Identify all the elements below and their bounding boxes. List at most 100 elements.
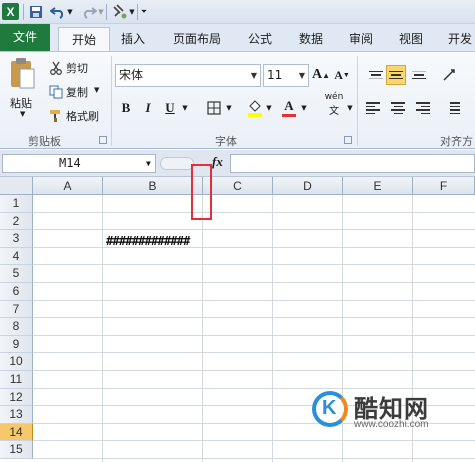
- tab-developer[interactable]: 开发: [440, 27, 475, 51]
- indent-icon[interactable]: [440, 98, 460, 118]
- copy-dropdown-icon[interactable]: ▼: [94, 86, 99, 94]
- underline-button[interactable]: U: [161, 98, 179, 118]
- name-box-dropdown-icon[interactable]: ▼: [146, 155, 151, 172]
- scissors-icon: [48, 60, 64, 76]
- text-orientation-icon[interactable]: [440, 65, 460, 85]
- tab-view[interactable]: 视图: [391, 27, 431, 51]
- row-header[interactable]: 7: [0, 300, 33, 319]
- phonetic-dropdown-icon[interactable]: ▼: [345, 98, 355, 118]
- align-right-icon[interactable]: [410, 98, 430, 118]
- row-header[interactable]: 1: [0, 195, 33, 213]
- row-gridline: [33, 264, 475, 266]
- ribbon-tabs: 文件 开始 插入 页面布局 公式 数据 审阅 视图 开发: [0, 24, 475, 51]
- redo-icon[interactable]: [80, 3, 97, 20]
- row-header[interactable]: 13: [0, 406, 33, 424]
- cut-button[interactable]: 剪切: [66, 60, 88, 76]
- customize-toolbar-icon[interactable]: ⏷: [139, 3, 149, 20]
- clipboard-launcher-icon[interactable]: [99, 136, 107, 144]
- name-box[interactable]: M14 ▼: [2, 154, 156, 173]
- tab-insert[interactable]: 插入: [113, 27, 153, 51]
- font-color-dropdown-icon[interactable]: ▼: [299, 98, 309, 118]
- highlight-box: [191, 164, 212, 220]
- font-name-value: 宋体: [119, 68, 144, 82]
- row-header[interactable]: 5: [0, 265, 33, 283]
- select-all-corner[interactable]: [0, 177, 33, 195]
- column-header-c[interactable]: C: [203, 177, 273, 195]
- row-gridline: [33, 246, 475, 248]
- format-painter-button[interactable]: 格式刷: [66, 108, 99, 124]
- row-header[interactable]: 10: [0, 353, 33, 371]
- formula-input[interactable]: [230, 154, 475, 173]
- paste-dropdown-icon[interactable]: ▼: [20, 110, 25, 118]
- grow-font-button[interactable]: A ▲: [312, 65, 330, 85]
- row-gridline: [33, 299, 475, 301]
- row-header[interactable]: 14: [0, 423, 33, 442]
- copy-button[interactable]: 复制: [66, 84, 88, 100]
- bold-button[interactable]: B: [117, 98, 135, 118]
- row-gridline: [33, 211, 475, 213]
- borders-dropdown-icon[interactable]: ▼: [224, 98, 234, 118]
- phonetic-guide-button[interactable]: wén 文: [322, 92, 346, 117]
- insert-function-button[interactable]: fx: [212, 154, 223, 170]
- tab-page-layout[interactable]: 页面布局: [162, 27, 232, 51]
- tab-home[interactable]: 开始: [58, 27, 110, 51]
- italic-button[interactable]: I: [139, 98, 157, 118]
- column-header-b[interactable]: B: [103, 177, 203, 195]
- save-icon[interactable]: [27, 3, 44, 20]
- column-header-f[interactable]: F: [413, 177, 475, 195]
- tab-formulas[interactable]: 公式: [240, 27, 280, 51]
- cell-b3[interactable]: #############: [106, 234, 190, 248]
- column-gridline: [202, 195, 203, 462]
- copy-icon: [48, 84, 64, 100]
- align-bottom-icon[interactable]: [409, 65, 429, 85]
- column-gridline: [272, 195, 273, 462]
- format-painter-icon[interactable]: [111, 3, 128, 20]
- column-header-e[interactable]: E: [343, 177, 413, 195]
- row-header[interactable]: 11: [0, 371, 33, 389]
- paste-button[interactable]: 粘贴: [10, 95, 32, 111]
- row-gridline: [33, 229, 475, 231]
- redo-dropdown-icon[interactable]: ▼: [97, 3, 105, 20]
- row-header[interactable]: 2: [0, 212, 33, 231]
- undo-icon[interactable]: [49, 3, 66, 20]
- formula-bar: M14 ▼ fx: [0, 150, 475, 177]
- watermark-url: www.coozhi.com: [354, 419, 429, 430]
- font-name-select[interactable]: 宋体 ▼: [115, 64, 261, 87]
- align-left-icon[interactable]: [366, 98, 386, 118]
- font-color-button[interactable]: A: [280, 96, 298, 118]
- row-header[interactable]: 9: [0, 335, 33, 354]
- row-header[interactable]: 4: [0, 247, 33, 266]
- row-gridline: [33, 458, 475, 459]
- row-header[interactable]: 3: [0, 230, 33, 248]
- paste-icon[interactable]: [6, 56, 38, 92]
- tab-file[interactable]: 文件: [0, 24, 50, 51]
- borders-icon[interactable]: [205, 98, 223, 118]
- undo-dropdown-icon[interactable]: ▼: [66, 3, 74, 20]
- row-header[interactable]: 8: [0, 318, 33, 336]
- row-header[interactable]: 15: [0, 441, 33, 459]
- font-launcher-icon[interactable]: [344, 136, 352, 144]
- align-middle-icon[interactable]: [386, 65, 406, 85]
- column-header-a[interactable]: A: [33, 177, 103, 195]
- watermark: K 酷知网 www.coozhi.com: [312, 385, 452, 435]
- quick-access-toolbar: X ▼ ▼ ▼ ⏷: [0, 0, 475, 24]
- formula-bar-resize-handle[interactable]: [160, 157, 194, 170]
- font-size-select[interactable]: 11 ▼: [263, 64, 309, 87]
- align-top-icon[interactable]: [366, 65, 386, 85]
- align-center-icon[interactable]: [388, 98, 408, 118]
- fill-color-icon[interactable]: [246, 98, 264, 118]
- font-size-value: 11: [267, 68, 283, 82]
- group-divider: [357, 56, 358, 146]
- row-header[interactable]: 12: [0, 388, 33, 407]
- shrink-font-button[interactable]: A ▼: [334, 65, 350, 85]
- tab-data[interactable]: 数据: [291, 27, 331, 51]
- tab-review[interactable]: 审阅: [341, 27, 381, 51]
- chevron-down-icon: ▼: [298, 71, 305, 80]
- underline-dropdown-icon[interactable]: ▼: [180, 98, 190, 118]
- column-header-d[interactable]: D: [273, 177, 343, 195]
- fill-color-dropdown-icon[interactable]: ▼: [264, 98, 274, 118]
- chevron-down-icon: ▼: [250, 71, 257, 80]
- toolbar-separator: [23, 4, 24, 20]
- row-header[interactable]: 6: [0, 283, 33, 301]
- tool-dropdown-icon[interactable]: ▼: [128, 3, 136, 20]
